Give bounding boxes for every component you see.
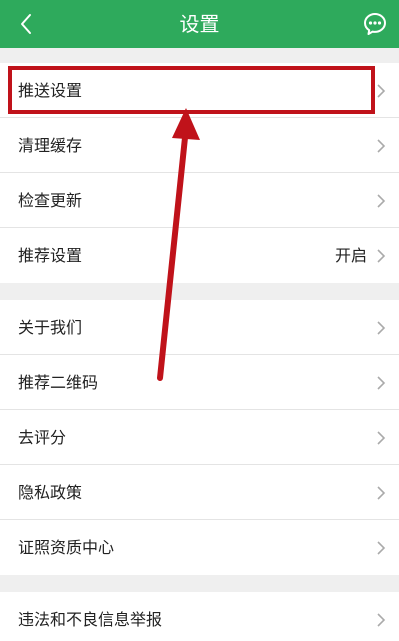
chevron-right-icon (377, 84, 386, 98)
chevron-right-icon (377, 376, 386, 390)
row-label: 证照资质中心 (18, 538, 115, 557)
recommend-settings-row[interactable]: 推荐设置 开启 (0, 228, 399, 283)
row-label: 关于我们 (18, 318, 83, 337)
report-illegal-row[interactable]: 违法和不良信息举报 (0, 592, 399, 641)
row-label: 推荐二维码 (18, 373, 99, 392)
chevron-right-icon (377, 249, 386, 263)
chevron-right-icon (377, 541, 386, 555)
recommend-qrcode-row[interactable]: 推荐二维码 (0, 355, 399, 410)
top-bar: 设置 (0, 0, 399, 48)
settings-section-1: 推送设置 清理缓存 检查更新 推荐设置 开启 (0, 63, 399, 283)
chevron-right-icon (377, 321, 386, 335)
chevron-right-icon (377, 194, 386, 208)
row-label: 去评分 (18, 428, 67, 447)
privacy-policy-row[interactable]: 隐私政策 (0, 465, 399, 520)
chat-bubble-dots-icon (364, 13, 386, 35)
row-label: 隐私政策 (18, 483, 83, 502)
row-label: 检查更新 (18, 191, 83, 210)
settings-section-2: 关于我们 推荐二维码 去评分 隐私政策 证照资质中心 (0, 300, 399, 575)
row-label: 推荐设置 (18, 246, 83, 265)
settings-section-3: 违法和不良信息举报 (0, 592, 399, 641)
clear-cache-row[interactable]: 清理缓存 (0, 118, 399, 173)
row-label: 违法和不良信息举报 (18, 610, 163, 629)
chevron-right-icon (377, 613, 386, 627)
more-button[interactable] (359, 8, 391, 40)
page-title: 设置 (179, 12, 220, 36)
row-label: 清理缓存 (18, 136, 83, 155)
row-value: 开启 (334, 246, 367, 265)
row-label: 推送设置 (18, 81, 83, 100)
push-settings-row[interactable]: 推送设置 (0, 63, 399, 118)
about-us-row[interactable]: 关于我们 (0, 300, 399, 355)
chevron-right-icon (377, 486, 386, 500)
rate-app-row[interactable]: 去评分 (0, 410, 399, 465)
check-update-row[interactable]: 检查更新 (0, 173, 399, 228)
license-center-row[interactable]: 证照资质中心 (0, 520, 399, 575)
chevron-right-icon (377, 139, 386, 153)
settings-screen: 设置 推送设置 清理缓存 检查更新 推荐设置 开启 关于我们 推荐二维码 去评分… (0, 0, 399, 641)
chevron-right-icon (377, 431, 386, 445)
